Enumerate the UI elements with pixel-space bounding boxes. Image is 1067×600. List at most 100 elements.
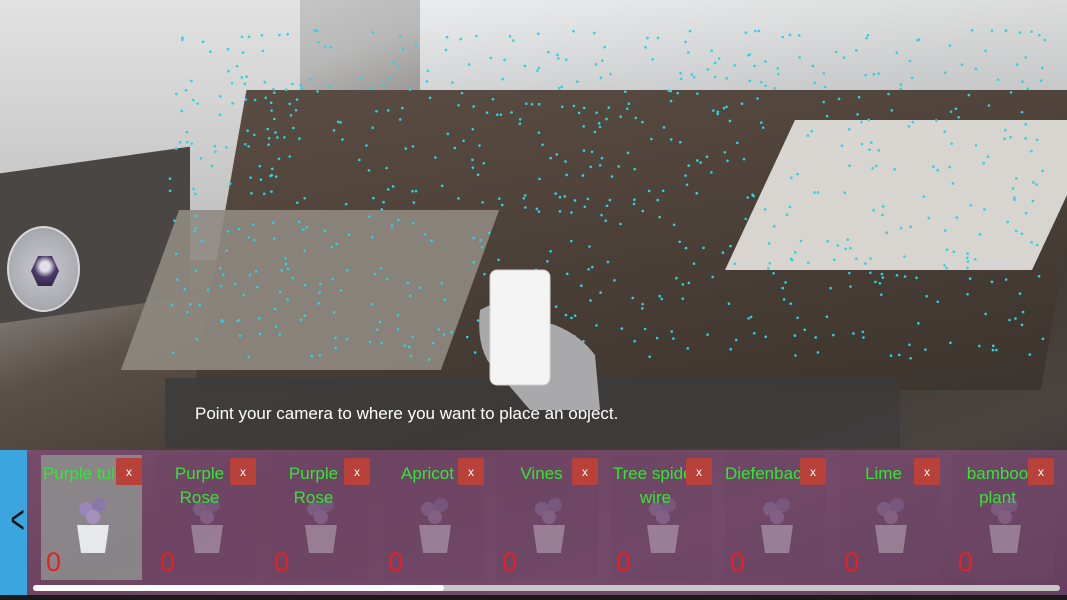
object-card[interactable]: Diefenbachia 0 x [725, 455, 826, 580]
feature-point [228, 182, 232, 185]
feature-point [274, 131, 277, 134]
scrollbar-thumb[interactable] [33, 585, 444, 591]
object-card[interactable]: Lime 0 x [839, 455, 940, 580]
feature-point [414, 189, 418, 193]
feature-point [822, 72, 826, 75]
tray-scrollbar[interactable] [33, 585, 1060, 591]
feature-point [996, 78, 1000, 82]
feature-point [658, 215, 661, 219]
feature-point [318, 291, 321, 294]
feature-point [658, 294, 661, 298]
feature-point [440, 184, 444, 188]
feature-point [609, 72, 612, 76]
feature-point [608, 198, 612, 202]
camera-shutter-button[interactable] [7, 226, 80, 312]
feature-point [1003, 137, 1006, 141]
object-card[interactable]: bamboo plant 0 x [953, 455, 1054, 580]
feature-point [915, 276, 918, 280]
feature-point [717, 57, 721, 60]
feature-point [917, 322, 920, 325]
feature-point [1020, 110, 1024, 114]
feature-point [427, 358, 431, 361]
feature-point [253, 133, 256, 137]
feature-point [332, 311, 336, 314]
feature-point [764, 84, 767, 87]
object-card[interactable]: Purple tulip 0 x [41, 455, 142, 580]
feature-point [908, 59, 912, 63]
feature-point [392, 61, 395, 65]
feature-point [879, 293, 883, 296]
feature-point [379, 267, 383, 270]
feature-point [269, 101, 273, 104]
feature-point [687, 281, 691, 285]
feature-point [991, 348, 995, 352]
remove-object-button[interactable]: x [800, 458, 826, 485]
remove-object-button[interactable]: x [914, 458, 940, 485]
feature-point [288, 155, 292, 158]
feature-point [706, 68, 709, 71]
object-card[interactable]: Vines 0 x [497, 455, 598, 580]
feature-point [982, 161, 986, 165]
remove-object-button[interactable]: x [686, 458, 712, 485]
feature-point [793, 251, 797, 254]
remove-object-button[interactable]: x [230, 458, 256, 485]
feature-point [317, 302, 320, 305]
feature-point [966, 292, 969, 296]
plant-thumbnail [419, 498, 451, 553]
feature-point [651, 58, 654, 61]
feature-point [537, 131, 541, 134]
feature-point [472, 236, 475, 240]
feature-point [291, 82, 294, 86]
remove-object-button[interactable]: x [1028, 458, 1054, 485]
feature-point [803, 328, 807, 332]
feature-point [633, 198, 636, 202]
feature-point [471, 166, 475, 169]
feature-point [499, 113, 503, 116]
feature-point [219, 94, 222, 98]
object-card[interactable]: Purple Rose 0 x [269, 455, 370, 580]
feature-point [899, 83, 903, 86]
feature-point [909, 225, 912, 229]
feature-point [489, 56, 493, 60]
remove-object-button[interactable]: x [458, 458, 484, 485]
feature-point [554, 192, 557, 195]
feature-point [620, 327, 624, 330]
feature-point [385, 166, 388, 170]
object-card[interactable]: Purple Rose 0 x [155, 455, 256, 580]
remove-object-button[interactable]: x [116, 458, 142, 485]
feature-point [872, 208, 875, 212]
feature-point [270, 190, 273, 193]
feature-point [371, 235, 374, 239]
remove-object-button[interactable]: x [344, 458, 370, 485]
feature-point [825, 315, 829, 318]
remove-object-button[interactable]: x [572, 458, 598, 485]
object-count: 0 [46, 547, 62, 577]
feature-point [1030, 30, 1033, 33]
collapse-tray-button[interactable]: < [0, 450, 27, 595]
feature-point [185, 140, 189, 144]
feature-point [347, 233, 351, 236]
feature-point [772, 225, 776, 228]
feature-point [676, 91, 679, 95]
feature-point [823, 85, 827, 89]
feature-point [386, 109, 390, 112]
feature-point [558, 210, 562, 213]
feature-point [500, 203, 504, 207]
feature-point [398, 118, 402, 121]
object-count: 0 [160, 547, 176, 577]
object-count: 0 [274, 547, 290, 577]
feature-point [408, 294, 412, 298]
feature-point [687, 164, 690, 167]
feature-point [178, 140, 182, 144]
feature-point [669, 99, 673, 103]
feature-point [623, 90, 627, 94]
feature-point [1008, 318, 1011, 322]
feature-point [656, 36, 660, 40]
feature-point [462, 139, 465, 143]
feature-point [1030, 240, 1033, 244]
feature-point [565, 173, 568, 177]
feature-point [910, 76, 914, 80]
feature-point [225, 249, 228, 252]
object-card[interactable]: Apricot 0 x [383, 455, 484, 580]
object-card[interactable]: Tree spider wire 0 x [611, 455, 712, 580]
